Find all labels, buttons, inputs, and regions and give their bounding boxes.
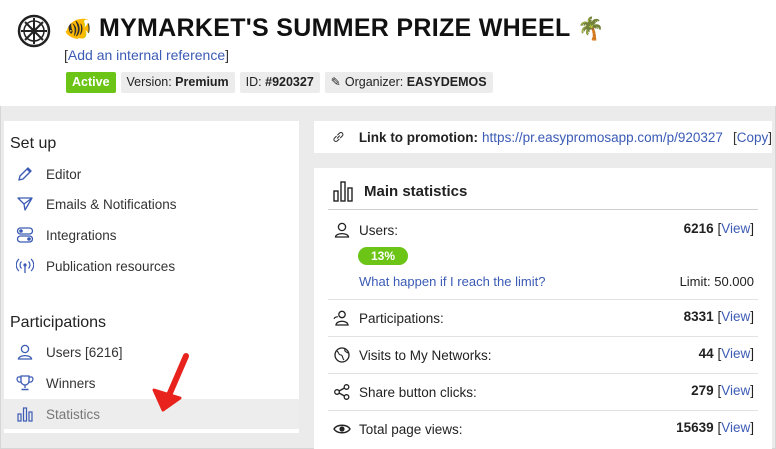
share-icon: [334, 384, 350, 400]
promotion-url-link[interactable]: https://pr.easypromosapp.com/p/920327: [482, 130, 723, 145]
internal-reference: [Add an internal reference]: [64, 47, 229, 63]
eye-icon: [333, 424, 351, 434]
bar-chart-icon: [333, 181, 353, 202]
add-internal-reference-link[interactable]: Add an internal reference: [68, 47, 225, 63]
wheel-logo-icon: [17, 14, 51, 48]
users-label: Users:: [359, 222, 399, 238]
main-statistics-panel: Main statistics Users: 6216 [View] 13% W…: [314, 168, 772, 449]
toggles-icon: [14, 225, 36, 245]
version-badge: Version: Premium: [120, 72, 235, 93]
page-views-label: Total page views:: [359, 421, 463, 437]
badge-row: Active Version: Premium ID: #920327 ✎ Org…: [66, 72, 493, 93]
participations-label: Participations:: [359, 310, 444, 326]
view-participations-link[interactable]: View: [721, 309, 750, 324]
visits-value: 44: [698, 346, 714, 361]
view-share-clicks-link[interactable]: View: [721, 383, 750, 398]
share-clicks-value: 279: [691, 383, 714, 398]
organizer-badge[interactable]: ✎ Organizer: EASYDEMOS: [324, 72, 493, 93]
pencil-icon: ✎: [330, 75, 341, 89]
participations-value: 8331: [683, 309, 714, 324]
setup-heading: Set up: [10, 135, 57, 152]
sidebar-item-label: Users [6216]: [46, 344, 123, 360]
broadcast-icon: [14, 256, 36, 276]
sidebar-item-publication-resources[interactable]: Publication resources: [4, 251, 299, 281]
participations-heading: Participations: [10, 314, 107, 331]
link-label: Link to promotion:: [358, 129, 479, 145]
view-page-views-link[interactable]: View: [721, 420, 750, 435]
globe-icon: [334, 347, 350, 363]
sidebar-item-label: Emails & Notifications: [46, 196, 177, 212]
users-limit-progress-bar: 13%: [358, 247, 408, 265]
user-icon: [14, 342, 36, 362]
paper-plane-icon: [14, 194, 36, 214]
users-value: 6216: [683, 221, 714, 236]
share-clicks-label: Share button clicks:: [359, 384, 477, 400]
view-users-link[interactable]: View: [721, 221, 750, 236]
trophy-icon: [14, 373, 36, 393]
sidebar-item-label: Integrations: [46, 227, 117, 243]
sidebar-item-label: Winners: [46, 375, 96, 391]
page-title: 🐠 MYMARKET'S SUMMER PRIZE WHEEL 🌴: [64, 14, 605, 43]
bar-chart-icon: [14, 404, 36, 424]
sidebar-item-label: Statistics: [46, 406, 101, 422]
palm-tree-emoji-icon: 🌴: [577, 16, 606, 41]
page-views-stat-row: Total page views: 15639 [View]: [328, 410, 758, 447]
user-icon: [334, 222, 350, 238]
visits-label: Visits to My Networks:: [359, 347, 492, 363]
limit-help-link[interactable]: What happen if I reach the limit?: [359, 274, 545, 289]
sidebar-item-label: Publication resources: [46, 258, 176, 274]
sidebar-item-editor[interactable]: Editor: [4, 159, 299, 189]
share-clicks-stat-row: Share button clicks: 279 [View]: [328, 373, 758, 411]
participations-stat-row: Participations: 8331 [View]: [328, 299, 758, 337]
link-chain-icon: [333, 132, 344, 142]
promotion-title: MYMARKET'S SUMMER PRIZE WHEEL: [98, 14, 571, 42]
users-stat-row: Users: 6216 [View] 13% What happen if I …: [328, 210, 758, 300]
pencil-icon: [14, 164, 36, 184]
promotion-header: 🐠 MYMARKET'S SUMMER PRIZE WHEEL 🌴 [Add a…: [0, 0, 776, 106]
red-arrow-annotation-icon: [152, 353, 189, 412]
sidebar-item-integrations[interactable]: Integrations: [4, 220, 299, 250]
visits-stat-row: Visits to My Networks: 44 [View]: [328, 336, 758, 374]
id-badge: ID: #920327: [239, 72, 320, 93]
copy-link-button[interactable]: Copy: [737, 130, 769, 145]
users-limit-text: Limit: 50.000: [679, 274, 754, 289]
sidebar-item-emails[interactable]: Emails & Notifications: [4, 189, 299, 219]
fish-emoji-icon: 🐠: [64, 16, 92, 41]
sidebar-item-label: Editor: [46, 166, 82, 182]
view-visits-link[interactable]: View: [721, 346, 750, 361]
page-views-value: 15639: [676, 420, 714, 435]
promotion-link-bar: Link to promotion: https://pr.easypromos…: [314, 121, 772, 153]
stats-title: Main statistics: [332, 180, 467, 202]
status-badge: Active: [66, 72, 116, 93]
participations-icon: [333, 310, 349, 326]
